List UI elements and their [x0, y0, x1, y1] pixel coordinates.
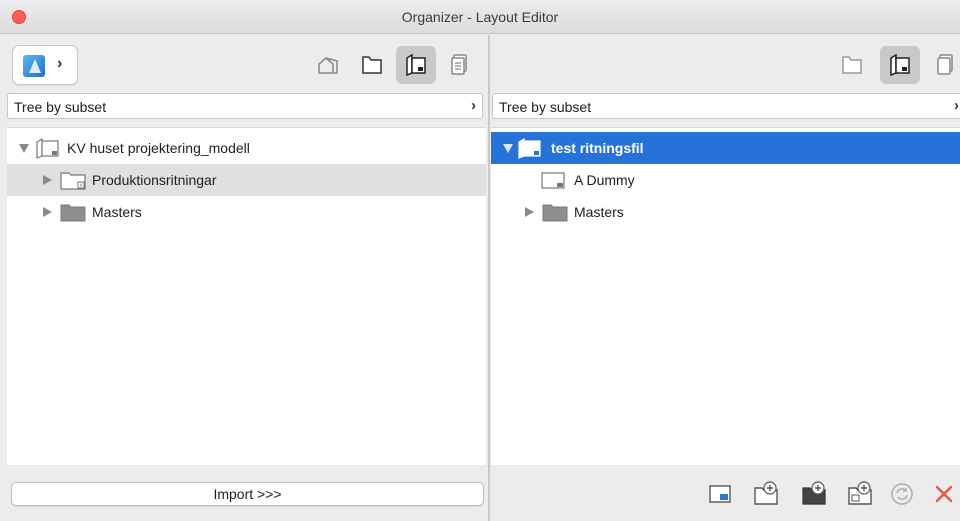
- chevron-right-icon: ›: [57, 55, 63, 72]
- layout-book-button[interactable]: [396, 46, 436, 84]
- disclosure-closed-icon[interactable]: [43, 175, 52, 185]
- right-toolbar: [490, 35, 960, 91]
- project-map-icon: [318, 57, 338, 74]
- tree-item-label: Produktionsritningar: [92, 172, 217, 188]
- window-title: Organizer - Layout Editor: [401, 9, 559, 25]
- layout-book-icon: [406, 53, 426, 77]
- layout-book-icon: [36, 137, 59, 159]
- disclosure-open-icon[interactable]: [503, 144, 513, 153]
- title-bar: Organizer - Layout Editor: [0, 0, 960, 34]
- left-toolbar: ›: [0, 35, 488, 91]
- layout-icon: [541, 172, 565, 189]
- new-master-layout-button[interactable]: [846, 480, 874, 508]
- layout-book-button[interactable]: [880, 46, 920, 84]
- tree-item-label: Masters: [92, 204, 142, 220]
- chevron-right-icon: ›: [471, 97, 476, 114]
- view-map-icon: [362, 56, 382, 74]
- new-master-layout-icon: [848, 481, 872, 505]
- tree-item-layout[interactable]: A Dummy: [491, 164, 960, 196]
- disclosure-closed-icon[interactable]: [43, 207, 52, 217]
- layout-book-icon: [890, 53, 910, 77]
- tree-item-layout-book[interactable]: test ritningsfil: [491, 132, 960, 164]
- publisher-sets-icon: [451, 54, 467, 75]
- masters-folder-icon: [60, 204, 86, 222]
- new-master-icon: [802, 481, 826, 505]
- left-tree[interactable]: KV huset projektering_modell Produktions…: [7, 127, 486, 465]
- delete-button[interactable]: [930, 480, 958, 508]
- publisher-sets-icon: [937, 54, 953, 75]
- new-layout-button[interactable]: [706, 480, 734, 508]
- tree-item-masters[interactable]: Masters: [491, 196, 960, 228]
- tree-item-label: A Dummy: [574, 172, 635, 188]
- masters-folder-icon: [542, 204, 568, 222]
- project-icon: [23, 55, 45, 77]
- right-pane: Tree by subset › test ritningsfil A Dumm…: [490, 35, 960, 521]
- tree-item-project[interactable]: KV huset projektering_modell: [7, 132, 486, 164]
- layout-book-icon: [518, 137, 541, 159]
- update-button[interactable]: [888, 480, 916, 508]
- tree-item-label: Masters: [574, 204, 624, 220]
- view-map-button[interactable]: [352, 46, 392, 84]
- publisher-sets-button[interactable]: [440, 46, 480, 84]
- chevron-right-icon: ›: [954, 97, 959, 114]
- left-footer: Import >>>: [0, 465, 488, 521]
- project-navigator-button[interactable]: ›: [12, 45, 78, 85]
- import-button[interactable]: Import >>>: [11, 482, 484, 506]
- right-tree-mode-label: Tree by subset: [499, 99, 592, 115]
- project-map-button[interactable]: [308, 46, 348, 84]
- delete-icon: [935, 485, 953, 503]
- subset-folder-icon: [60, 172, 86, 190]
- left-tree-mode-selector[interactable]: Tree by subset ›: [7, 93, 483, 119]
- tree-item-label: KV huset projektering_modell: [67, 140, 250, 156]
- new-layout-icon: [709, 485, 731, 503]
- publisher-sets-button[interactable]: [926, 46, 960, 84]
- right-tree-mode-selector[interactable]: Tree by subset ›: [492, 93, 960, 119]
- view-map-icon: [842, 56, 862, 74]
- new-master-button[interactable]: [800, 480, 828, 508]
- tree-item-subset[interactable]: Produktionsritningar: [7, 164, 486, 196]
- left-pane: › Tree by subset › KV huset projektering…: [0, 35, 488, 521]
- right-tree[interactable]: test ritningsfil A Dummy Masters: [491, 127, 960, 465]
- right-footer: [490, 465, 960, 521]
- view-map-button[interactable]: [832, 46, 872, 84]
- new-subset-button[interactable]: [752, 480, 780, 508]
- tree-item-masters[interactable]: Masters: [7, 196, 486, 228]
- disclosure-open-icon[interactable]: [19, 144, 29, 153]
- update-icon: [891, 483, 913, 505]
- left-tree-mode-label: Tree by subset: [14, 99, 107, 115]
- tree-item-label: test ritningsfil: [551, 140, 644, 156]
- disclosure-closed-icon[interactable]: [525, 207, 534, 217]
- new-subset-icon: [754, 481, 778, 505]
